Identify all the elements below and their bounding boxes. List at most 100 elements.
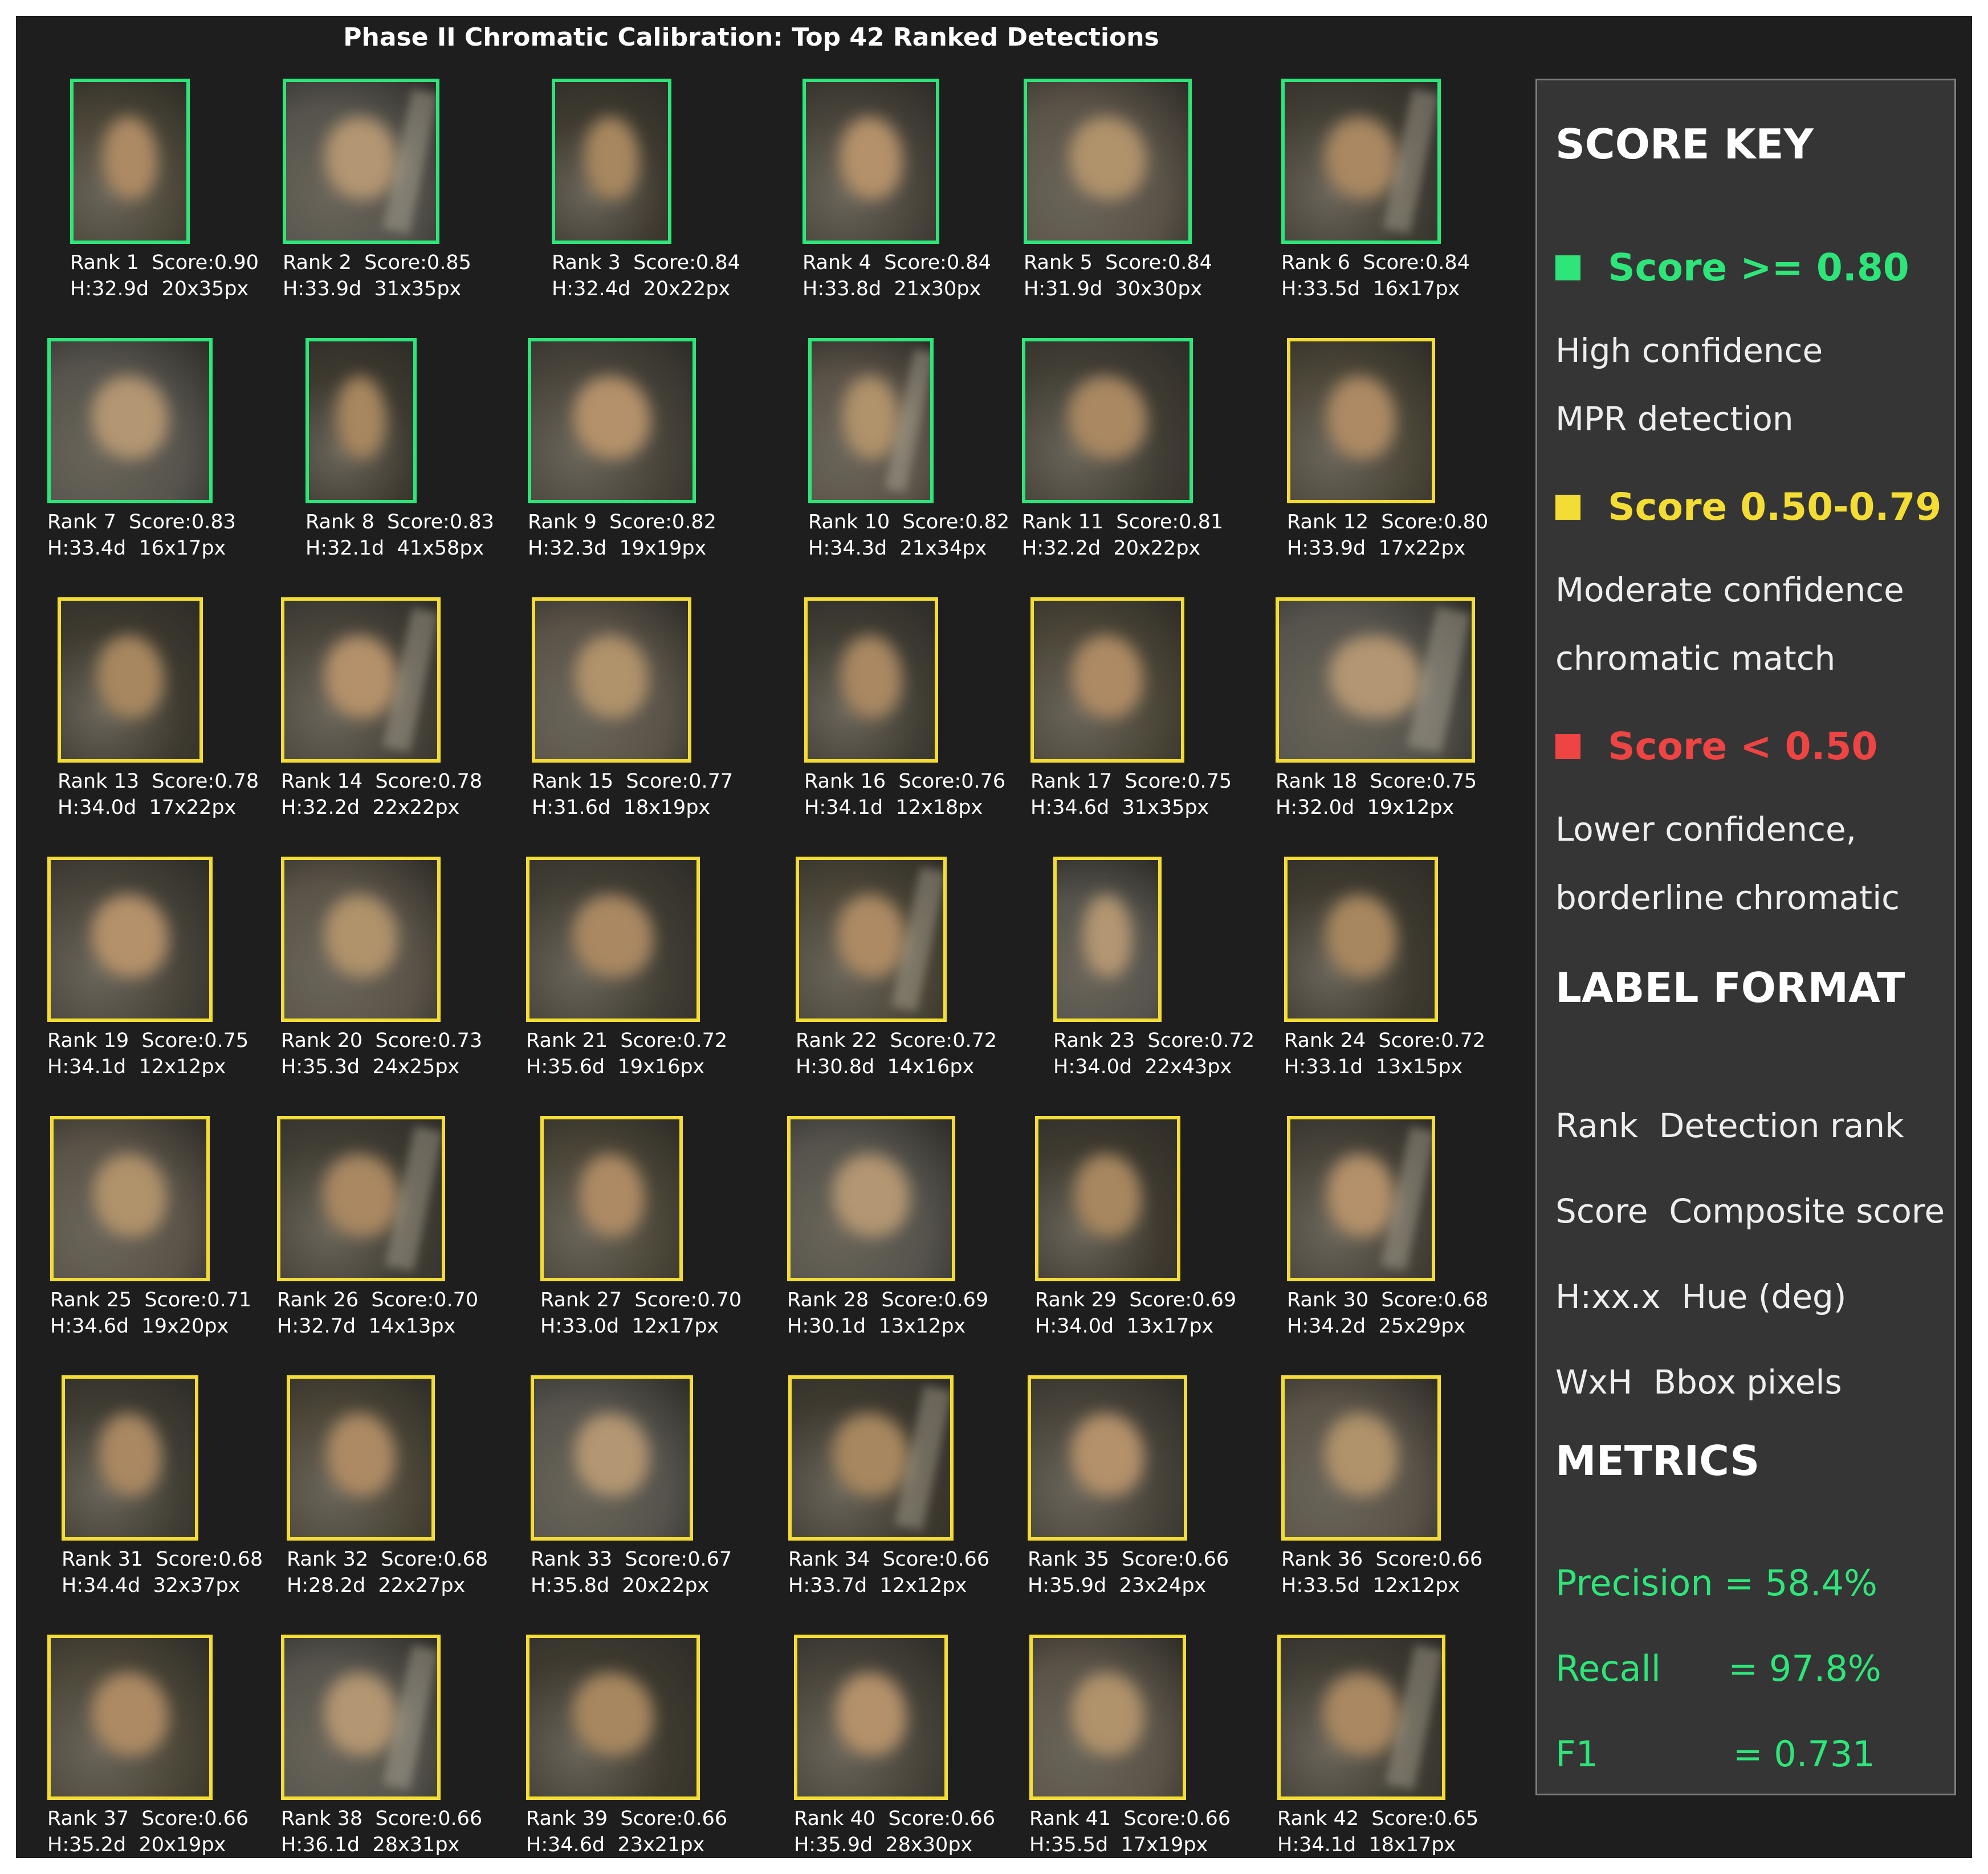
detection-label-line2: H:30.1d 13x12px	[787, 1313, 966, 1339]
bbox-size-label: 28x30px	[885, 1834, 973, 1856]
detection-cell: Rank 17 Score:0.75 H:34.6d 31x35px	[1022, 597, 1261, 837]
detection-blob	[1069, 117, 1147, 199]
score-label: Score:0.70	[371, 1289, 479, 1311]
detection-thumbnail	[1287, 1116, 1435, 1281]
rank-label: Rank 25	[50, 1289, 132, 1311]
hue-label: H:36.1d	[281, 1834, 360, 1856]
detection-cell: Rank 28 Score:0.69 H:30.1d 13x12px	[785, 1116, 1025, 1355]
detection-label-line1: Rank 15 Score:0.77	[532, 768, 733, 795]
hue-label: H:34.1d	[47, 1056, 127, 1078]
detection-blob	[92, 1673, 168, 1755]
tier-high-desc-1: High confidence	[1555, 331, 1823, 370]
score-label: Score:0.73	[375, 1029, 483, 1052]
metric-recall: Recall = 97.8%	[1555, 1648, 1881, 1689]
detection-blob	[573, 895, 653, 977]
tier-moderate-label: Score 0.50-0.79	[1608, 485, 1942, 529]
bbox-size-label: 14x16px	[887, 1056, 975, 1078]
detection-blob	[584, 117, 639, 199]
detection-thumbnail	[804, 597, 938, 763]
detection-label-line2: H:34.1d 12x12px	[47, 1054, 226, 1080]
tier-low-label: Score < 0.50	[1608, 724, 1878, 768]
detection-blob	[93, 1154, 167, 1237]
hue-label: H:34.3d	[808, 537, 887, 560]
bbox-size-label: 22x22px	[372, 796, 460, 819]
detection-thumbnail	[50, 1116, 210, 1281]
detection-thumbnail	[47, 1635, 213, 1800]
detection-label-line1: Rank 20 Score:0.73	[281, 1028, 482, 1054]
hue-label: H:33.1d	[1284, 1056, 1363, 1078]
detection-thumbnail	[47, 338, 213, 503]
detection-thumbnail	[1287, 338, 1435, 503]
rank-label: Rank 38	[281, 1807, 363, 1830]
detection-label-line1: Rank 32 Score:0.68	[287, 1546, 488, 1572]
detection-cell: Rank 8 Score:0.83 H:32.1d 41x58px	[275, 338, 515, 577]
score-label: Score:0.72	[1378, 1029, 1486, 1052]
detection-thumbnail	[532, 597, 691, 763]
rank-label: Rank 13	[58, 770, 140, 793]
detection-blob	[833, 1413, 909, 1496]
detection-label-line1: Rank 23 Score:0.72	[1053, 1028, 1254, 1054]
hue-label: H:30.8d	[796, 1056, 875, 1078]
detection-thumbnail	[526, 857, 700, 1022]
detection-cell: Rank 19 Score:0.75 H:34.1d 12x12px	[44, 857, 284, 1096]
detection-cell: Rank 2 Score:0.85 H:33.9d 31x35px	[275, 79, 515, 318]
rank-label: Rank 15	[532, 770, 614, 793]
score-label: Score:0.72	[1147, 1029, 1255, 1052]
detection-thumbnail	[540, 1116, 683, 1281]
detection-blob	[1083, 895, 1132, 977]
detection-blob	[1329, 635, 1422, 718]
rank-label: Rank 27	[540, 1289, 622, 1311]
hue-label: H:34.0d	[1053, 1056, 1132, 1078]
score-label: Score:0.82	[902, 511, 1010, 533]
rank-label: Rank 32	[287, 1548, 369, 1571]
tier-low-entry: Score < 0.50	[1555, 724, 1877, 768]
detection-label-line1: Rank 18 Score:0.75	[1276, 768, 1477, 795]
detection-blob	[1322, 1673, 1400, 1755]
detection-thumbnail	[58, 597, 203, 763]
rank-label: Rank 35	[1028, 1548, 1110, 1571]
tier-moderate-desc-2: chromatic match	[1555, 639, 1836, 678]
detection-label-line2: H:33.4d 16x17px	[47, 535, 226, 561]
bbox-size-label: 20x22px	[1113, 537, 1201, 560]
detection-blob	[1324, 1413, 1398, 1496]
detection-label-line2: H:35.5d 17x19px	[1029, 1832, 1208, 1858]
bbox-size-label: 32x37px	[153, 1574, 241, 1597]
hue-label: H:35.9d	[1028, 1574, 1107, 1597]
rank-label: Rank 10	[808, 511, 890, 533]
detection-label-line1: Rank 37 Score:0.66	[47, 1806, 248, 1832]
detection-blob	[579, 1154, 645, 1237]
detection-blob	[574, 1413, 649, 1496]
detection-label-line1: Rank 42 Score:0.65	[1277, 1806, 1478, 1832]
detection-label-line2: H:32.9d 20x35px	[70, 276, 248, 302]
detection-blob	[322, 1154, 400, 1237]
bbox-size-label: 25x29px	[1378, 1315, 1466, 1338]
detection-cell: Rank 6 Score:0.84 H:33.5d 16x17px	[1276, 79, 1515, 318]
score-label: Score:0.85	[364, 251, 471, 274]
score-label: Score:0.84	[1105, 251, 1212, 274]
score-label: Score:0.75	[141, 1029, 249, 1052]
detection-thumbnail	[281, 857, 441, 1022]
detection-thumbnail	[1028, 1375, 1187, 1541]
detection-label-line2: H:34.0d 13x17px	[1035, 1313, 1213, 1339]
tier-low-swatch	[1555, 734, 1580, 759]
score-label: Score:0.72	[620, 1029, 728, 1052]
detection-cell: Rank 42 Score:0.65 H:34.1d 18x17px	[1276, 1635, 1515, 1874]
score-label: Score:0.76	[898, 770, 1006, 793]
hue-label: H:32.1d	[305, 537, 385, 560]
score-label: Score:0.83	[129, 511, 236, 533]
detection-label-line2: H:34.6d 23x21px	[526, 1832, 704, 1858]
detection-label-line1: Rank 40 Score:0.66	[794, 1806, 995, 1832]
rank-label: Rank 23	[1053, 1029, 1135, 1052]
hue-label: H:33.7d	[788, 1574, 867, 1597]
detection-blob	[832, 1154, 910, 1237]
bbox-size-label: 12x17px	[632, 1315, 719, 1338]
hue-label: H:34.6d	[1030, 796, 1110, 819]
detection-cell: Rank 32 Score:0.68 H:28.2d 22x27px	[275, 1375, 515, 1615]
hue-label: H:33.5d	[1281, 1574, 1360, 1597]
detection-label-line2: H:35.9d 28x30px	[794, 1832, 972, 1858]
detection-cell: Rank 9 Score:0.82 H:32.3d 19x19px	[526, 338, 765, 577]
score-label: Score:0.66	[882, 1548, 990, 1571]
rank-label: Rank 14	[281, 770, 363, 793]
detection-label-line1: Rank 7 Score:0.83	[47, 509, 236, 535]
score-label: Score:0.66	[375, 1807, 483, 1830]
